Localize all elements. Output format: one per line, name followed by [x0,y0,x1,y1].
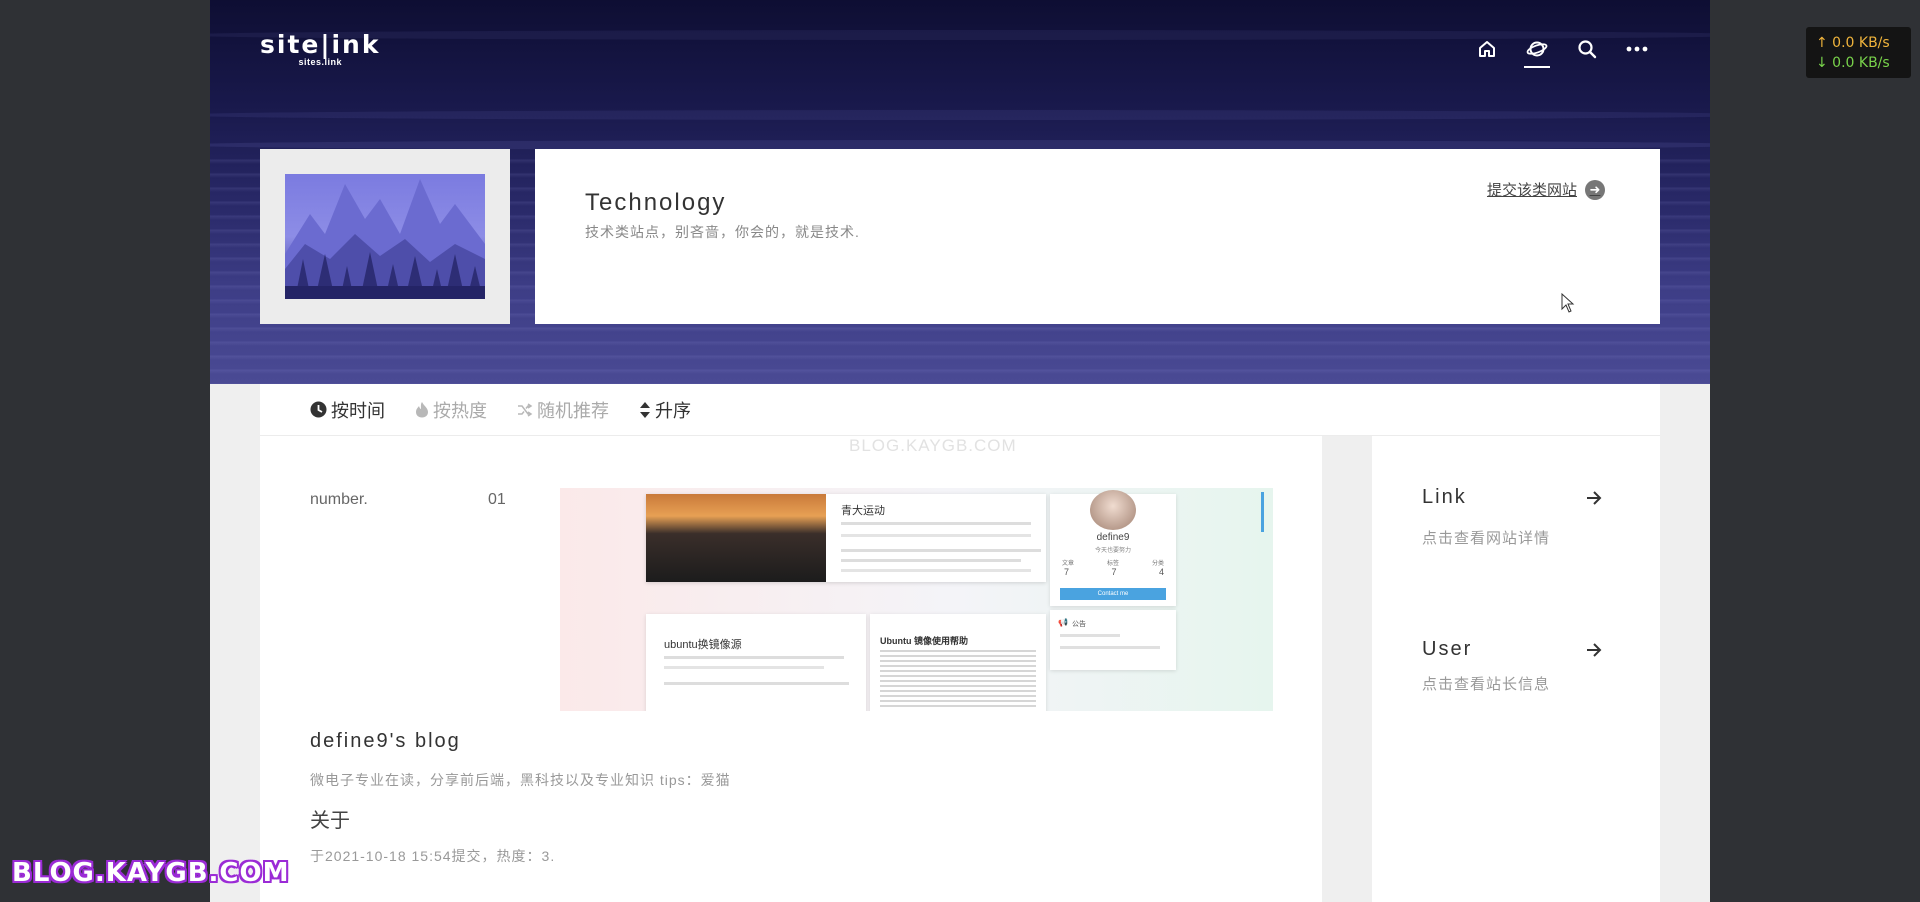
shot-text-line [664,666,824,669]
shuffle-icon [518,402,533,417]
sidebar-user-block[interactable]: User 点击查看站长信息 [1422,638,1602,694]
shot-text-line [1060,634,1120,637]
shot-card1-title: 青大运动 [841,505,885,517]
search-button[interactable] [1574,36,1600,62]
mouse-cursor-icon [1561,293,1575,313]
site-screenshot[interactable]: 青大运动 ubuntu换镜像源 Ubuntu 镜像使用帮助 define9 今天… [560,488,1273,711]
shot-contact-button: Contact me [1060,588,1166,600]
site-logo[interactable]: site|ink sites.link [260,30,380,67]
fire-icon [416,402,428,418]
shot-text-line [841,559,1021,562]
top-nav [1474,36,1650,68]
categories-button[interactable] [1524,36,1550,68]
sidebar-link-block[interactable]: Link 点击查看网站详情 [1422,486,1602,548]
sidebar-link-title: Link [1422,486,1467,508]
sort-random[interactable]: 随机推荐 [517,397,609,423]
watermark-bottom: BLOG.KAYGB.COM [12,858,290,888]
shot-text-line [841,534,1031,537]
site-description: 微电子专业在读，分享前后端，黑科技以及专业知识 tips：爱猫 [310,772,731,788]
arrow-right-icon [1587,642,1602,657]
site-entry: number. 01 青大运动 ubuntu换镜像源 Ubuntu 镜像使用帮助… [260,436,1322,902]
hero-wave [210,110,1710,120]
shot-author-tagline: 今天也要努力 [1094,548,1131,554]
category-info-card: Technology 技术类站点，别吝啬，你会的，就是技术. 提交该类网站 ➜ [535,149,1660,324]
sidebar-link-header: Link [1422,486,1602,509]
home-icon [1479,41,1495,57]
shot-avatar [1090,490,1136,530]
shot-text-line [841,522,1031,525]
sort-order-toggle[interactable]: 升序 [639,397,691,423]
submission-meta: 于2021-10-18 15:54提交，热度：3. [310,848,556,864]
sort-by-time[interactable]: 按时间 [310,397,385,423]
download-speed: ↓ 0.0 KB/s [1816,55,1890,71]
sidebar-user-desc: 点击查看站长信息 [1422,676,1551,693]
network-speed-widget: ↑ 0.0 KB/s ↓ 0.0 KB/s [1806,27,1911,78]
shot-stat-values: 7 7 4 [1064,567,1164,577]
sort-by-heat-label: 按热度 [433,400,487,421]
sort-order-label: 升序 [655,400,691,421]
mountain-illustration [285,174,485,299]
category-thumbnail [260,149,510,324]
shot-notice-icon: 📢 [1058,618,1068,627]
shot-scrollbar [1261,492,1264,532]
sort-random-label: 随机推荐 [537,400,609,421]
planet-icon [1526,41,1548,57]
arrow-right-circle-icon: ➜ [1585,179,1605,200]
about-link[interactable]: 关于 [310,804,350,833]
sidebar-user-title: User [1422,638,1473,660]
shot-notice-card: 📢 公告 [1050,610,1176,670]
upload-speed: ↑ 0.0 KB/s [1816,35,1890,51]
shot-stat-value: 7 [1111,567,1117,577]
sort-by-time-label: 按时间 [331,400,385,421]
arrow-right-icon [1587,490,1602,505]
shot-stat-value: 7 [1064,567,1070,577]
shot-text-line [841,569,1031,572]
shot-post-card: 青大运动 [646,494,1046,582]
sort-updown-icon [640,401,650,418]
entry-number-value: 01 [488,491,506,508]
submit-site-link[interactable]: 提交该类网站 ➜ [1487,179,1605,200]
search-icon [1578,40,1597,59]
shot-author-card: define9 今天也要努力 文章 标签 分类 7 7 4 Contact me [1050,490,1176,606]
shot-text-line [1060,646,1160,649]
mountain-art [285,179,485,299]
logo-text: site|ink [260,30,381,59]
home-button[interactable] [1474,36,1500,62]
sidebar: Link 点击查看网站详情 User 点击查看站长信息 [1372,436,1660,902]
shot-text-line [664,656,844,659]
shot-text-line [664,682,849,685]
site-title[interactable]: define9's blog [310,730,461,753]
shot-author-name: define9 [1096,532,1130,543]
sidebar-link-desc: 点击查看网站详情 [1422,530,1551,547]
sort-by-heat[interactable]: 按热度 [415,397,487,423]
shot-card3-title: Ubuntu 镜像使用帮助 [880,636,968,646]
shot-post-card: ubuntu换镜像源 [646,614,866,711]
shot-doc-text [880,650,1036,710]
category-description: 技术类站点，别吝啬，你会的，就是技术. [585,224,860,240]
shot-stat-value: 4 [1158,567,1164,577]
sort-bar: 按时间 按热度 随机推荐 升序 [260,384,1660,436]
shot-doc-card: Ubuntu 镜像使用帮助 [870,614,1046,711]
more-button[interactable] [1624,36,1650,62]
shot-sunset-image [646,494,826,582]
submit-site-label: 提交该类网站 [1486,182,1577,199]
shot-stat-label: 分类 [1151,561,1164,567]
content-area: 按时间 按热度 随机推荐 升序 number. 01 青大运动 ubuntu换镜… [260,384,1660,902]
clock-icon [310,401,327,418]
watermark-top: BLOG.KAYGB.COM [849,436,1017,455]
entry-number-label: number. [310,491,368,508]
category-title: Technology [585,189,727,216]
more-icon [1626,46,1648,52]
shot-stat-labels: 文章 标签 分类 [1062,558,1164,567]
shot-stat-label: 标签 [1106,561,1119,567]
hero-banner: site|ink sites.link Technology 技术类站点，别吝啬… [210,0,1710,384]
shot-text-line [841,549,1041,552]
sidebar-user-header: User [1422,638,1602,661]
shot-notice-label: 公告 [1072,621,1086,628]
shot-stat-label: 文章 [1062,561,1075,567]
shot-card2-title: ubuntu换镜像源 [664,639,742,651]
